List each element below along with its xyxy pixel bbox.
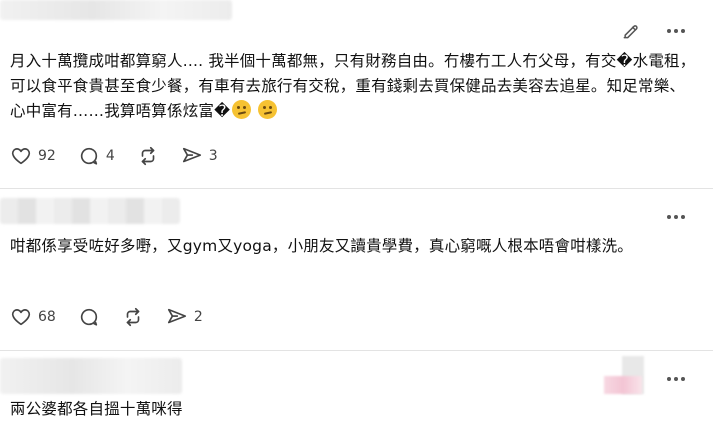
reply-button[interactable]: 4 (78, 145, 115, 167)
share-button[interactable]: 3 (181, 145, 218, 167)
like-button[interactable]: 92 (10, 145, 56, 167)
more-options-icon[interactable] (665, 20, 687, 42)
redacted-username (0, 358, 182, 394)
post-1-actions: 92 4 3 (10, 143, 240, 169)
like-count: 92 (38, 148, 56, 164)
post-divider (0, 188, 713, 189)
post-1-text: 月入十萬攬成咁都算窮人.... 我半個十萬都無，只有財務自由。冇樓冇工人冇父母，… (10, 52, 696, 120)
heart-icon (11, 309, 31, 326)
like-button[interactable]: 68 (10, 306, 56, 328)
repost-icon (126, 307, 140, 327)
more-options-icon[interactable] (665, 368, 687, 390)
redacted-username (0, 0, 232, 20)
repost-button[interactable] (122, 306, 144, 328)
send-icon (167, 308, 186, 324)
repost-icon (141, 146, 155, 166)
redacted-username (0, 198, 180, 224)
like-count: 68 (38, 309, 56, 325)
thinking-face-emoji (258, 100, 278, 119)
thinking-face-emoji (232, 100, 252, 119)
repost-button[interactable] (137, 145, 159, 167)
share-count: 3 (208, 148, 218, 164)
post-divider (0, 350, 713, 351)
comment-icon (80, 308, 97, 326)
share-count: 2 (193, 309, 203, 325)
post-2-text: 咁都係享受咗好多嘢，又gym又yoga，小朋友又讀貴學費，真心窮嘅人根本唔會咁樣… (10, 237, 634, 255)
more-options-icon[interactable] (665, 206, 687, 228)
edit-icon[interactable] (620, 20, 642, 42)
comment-icon (80, 147, 97, 165)
share-button[interactable]: 2 (166, 306, 203, 328)
post-2-actions: 68 2 (10, 304, 225, 330)
reply-button[interactable] (78, 306, 100, 328)
reply-count: 4 (105, 148, 115, 164)
heart-icon (11, 148, 31, 165)
redacted-media (604, 376, 642, 394)
send-icon (182, 147, 201, 163)
post-3-text: 兩公婆都各自搵十萬咪得 (10, 400, 183, 418)
